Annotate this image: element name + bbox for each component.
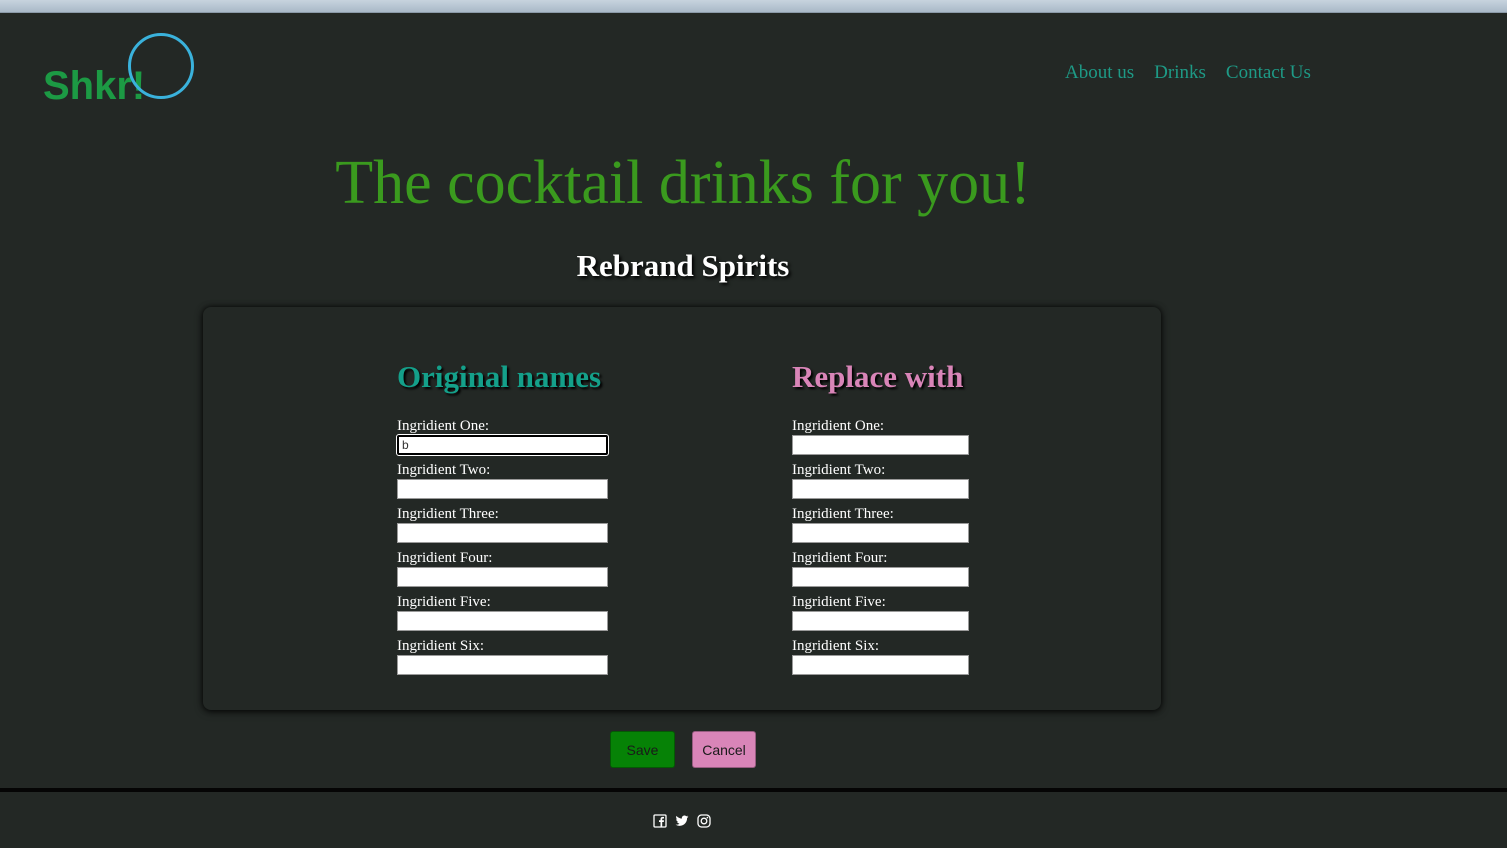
replace-ingredient-six-input[interactable]	[792, 655, 969, 675]
replace-field-five-label: Ingridient Five:	[792, 594, 886, 610]
replace-field-six-label: Ingridient Six:	[792, 638, 880, 654]
replace-with-heading: Replace with	[792, 359, 964, 394]
original-field-one-label: Ingridient One:	[397, 418, 490, 434]
original-ingredient-six-input[interactable]	[397, 655, 608, 675]
hero-title: The cocktail drinks for you!	[335, 149, 1031, 217]
original-field-four-label: Ingridient Four:	[397, 550, 493, 566]
original-ingredient-two-input[interactable]	[397, 479, 608, 499]
replace-field-six: Ingridient Six:	[792, 637, 969, 675]
original-names-column: Original names Ingridient One: Ingridien…	[396, 357, 609, 681]
replace-field-two-label: Ingridient Two:	[792, 462, 886, 478]
original-field-five-label: Ingridient Five:	[397, 594, 491, 610]
save-button[interactable]: Save	[610, 731, 675, 768]
replace-field-three: Ingridient Three:	[792, 505, 969, 543]
main-nav: About us Drinks Contact Us	[1065, 62, 1311, 84]
nav-link-about-us[interactable]: About us	[1065, 62, 1134, 84]
original-ingredient-one-input[interactable]	[396, 434, 609, 456]
social-links	[653, 814, 711, 828]
original-field-three: Ingridient Three:	[397, 505, 608, 543]
browser-top-strip	[0, 0, 1507, 13]
original-field-five: Ingridient Five:	[397, 593, 608, 631]
original-ingredient-five-input[interactable]	[397, 611, 608, 631]
replace-ingredient-one-input[interactable]	[792, 435, 969, 455]
replace-field-one: Ingridient One:	[792, 417, 969, 455]
nav-link-drinks[interactable]: Drinks	[1154, 62, 1206, 84]
original-ingredient-three-input[interactable]	[397, 523, 608, 543]
replace-field-one-label: Ingridient One:	[792, 418, 885, 434]
cancel-button[interactable]: Cancel	[692, 731, 756, 768]
page-subtitle: Rebrand Spirits	[576, 248, 790, 283]
original-field-two: Ingridient Two:	[397, 461, 608, 499]
twitter-icon[interactable]	[675, 814, 689, 828]
footer-divider	[0, 788, 1507, 792]
original-names-heading: Original names	[397, 359, 602, 394]
original-field-three-label: Ingridient Three:	[397, 506, 499, 522]
original-field-four: Ingridient Four:	[397, 549, 608, 587]
replace-field-three-label: Ingridient Three:	[792, 506, 894, 522]
original-field-one: Ingridient One:	[396, 417, 609, 456]
nav-link-contact-us[interactable]: Contact Us	[1226, 62, 1311, 84]
replace-ingredient-three-input[interactable]	[792, 523, 969, 543]
replace-ingredient-four-input[interactable]	[792, 567, 969, 587]
replace-ingredient-five-input[interactable]	[792, 611, 969, 631]
replace-field-five: Ingridient Five:	[792, 593, 969, 631]
original-field-six-label: Ingridient Six:	[397, 638, 485, 654]
original-field-six: Ingridient Six:	[397, 637, 608, 675]
replace-ingredient-two-input[interactable]	[792, 479, 969, 499]
replace-field-four-label: Ingridient Four:	[792, 550, 888, 566]
facebook-icon[interactable]	[653, 814, 667, 828]
rebrand-form-card: Original names Ingridient One: Ingridien…	[203, 307, 1161, 710]
original-field-two-label: Ingridient Two:	[397, 462, 491, 478]
instagram-icon[interactable]	[697, 814, 711, 828]
replace-with-column: Replace with Ingridient One: Ingridient …	[792, 357, 969, 681]
logo-ring-icon	[128, 33, 194, 99]
original-ingredient-four-input[interactable]	[397, 567, 608, 587]
replace-field-four: Ingridient Four:	[792, 549, 969, 587]
replace-field-two: Ingridient Two:	[792, 461, 969, 499]
